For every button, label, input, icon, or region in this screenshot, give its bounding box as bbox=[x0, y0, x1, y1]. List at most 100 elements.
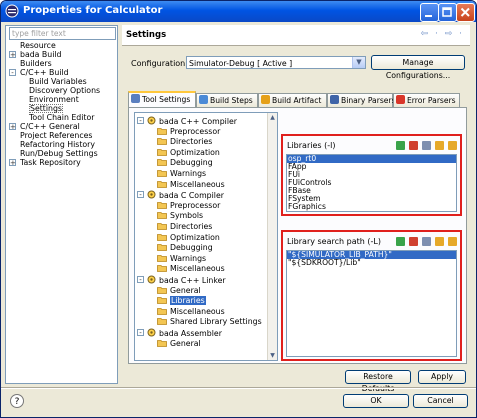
delete-icon[interactable] bbox=[409, 237, 418, 246]
tab-binary-parsers[interactable]: Binary Parsers bbox=[327, 93, 396, 107]
collapse-icon[interactable]: - bbox=[137, 191, 144, 199]
minimize-icon bbox=[425, 15, 432, 17]
library-item[interactable]: FGraphics bbox=[287, 203, 456, 211]
gear-icon bbox=[147, 328, 156, 337]
nav-tree-label: Tool Chain Editor bbox=[29, 113, 95, 122]
tab-tool-settings[interactable]: Tool Settings bbox=[128, 91, 196, 107]
collapse-icon[interactable]: - bbox=[137, 117, 144, 125]
nav-tree-label: C/C++ Build bbox=[20, 68, 69, 77]
collapse-icon[interactable]: - bbox=[137, 329, 144, 337]
tab-icon bbox=[396, 95, 405, 104]
manage-configurations-button[interactable]: Manage Configurations... bbox=[371, 55, 465, 80]
tool-tree-label: Preprocessor bbox=[170, 126, 221, 136]
collapse-icon[interactable]: - bbox=[137, 276, 144, 284]
nav-tree-item[interactable]: Resource bbox=[6, 41, 117, 50]
filter-input[interactable]: type filter text bbox=[9, 27, 116, 40]
library-path-toolbar bbox=[392, 237, 457, 248]
maximize-icon bbox=[442, 7, 452, 17]
libraries-list[interactable]: osp_rt0 FApp FUi FUiControls FBase FSystem FGr… bbox=[286, 154, 457, 212]
tab-label: Tool Settings bbox=[142, 95, 191, 104]
delete-icon[interactable] bbox=[409, 141, 418, 150]
footer-separator bbox=[1, 387, 476, 389]
configuration-select[interactable]: Simulator-Debug [ Active ] ▼ bbox=[186, 56, 366, 69]
nav-tree-item[interactable]: Tool Chain Editor bbox=[6, 113, 117, 122]
tab-label: Build Artifact bbox=[272, 96, 322, 105]
apply-button[interactable]: Apply bbox=[418, 370, 466, 384]
folder-icon bbox=[157, 222, 167, 230]
folder-icon bbox=[157, 317, 167, 326]
collapse-icon[interactable]: - bbox=[9, 69, 16, 77]
folder-icon bbox=[157, 211, 167, 220]
nav-tree-label: Builders bbox=[20, 59, 52, 68]
nav-tree-label: Environment bbox=[29, 95, 79, 104]
library-item[interactable]: FUiControls bbox=[287, 179, 456, 187]
expand-icon[interactable]: + bbox=[9, 159, 16, 167]
tab-build-steps[interactable]: Build Steps bbox=[196, 93, 258, 107]
maximize-button[interactable] bbox=[438, 3, 457, 22]
tool-tree-label: Miscellaneous bbox=[170, 264, 225, 274]
help-icon[interactable]: ? bbox=[10, 394, 24, 408]
nav-tree-item[interactable]: + bada Build bbox=[6, 50, 117, 59]
nav-tree-item[interactable]: Project References bbox=[6, 131, 117, 140]
history-nav-arrows-icon[interactable]: ⇦ · ⇨ · bbox=[421, 29, 464, 39]
nav-tree-item[interactable]: + C/C++ General bbox=[6, 122, 117, 131]
library-item[interactable]: FApp bbox=[287, 163, 456, 171]
ok-button[interactable]: OK bbox=[343, 394, 409, 408]
libraries-label: Libraries (-l) bbox=[287, 141, 336, 150]
title-bar[interactable]: Properties for Calculator bbox=[1, 1, 476, 22]
library-search-path-group: Library search path (-L) "${SIMULATOR_LI… bbox=[281, 230, 462, 361]
nav-tree-item[interactable]: Discovery Options bbox=[6, 86, 117, 95]
nav-tree-item[interactable]: + Task Repository bbox=[6, 158, 117, 167]
nav-tree-item[interactable]: Build Variables bbox=[6, 77, 117, 86]
minimize-button[interactable] bbox=[420, 3, 439, 22]
nav-tree-label: Build Variables bbox=[29, 77, 87, 86]
edit-icon[interactable] bbox=[422, 237, 431, 246]
gear-icon bbox=[147, 275, 156, 284]
tool-tree-label: Libraries bbox=[170, 296, 206, 306]
nav-tree-label: Settings bbox=[29, 104, 63, 113]
restore-defaults-button[interactable]: Restore Defaults bbox=[345, 370, 411, 393]
tool-tree-label: Preprocessor bbox=[170, 200, 221, 210]
folder-icon bbox=[157, 339, 167, 347]
cancel-button[interactable]: Cancel bbox=[413, 394, 468, 408]
folder-icon bbox=[157, 254, 167, 262]
eclipse-app-icon bbox=[5, 4, 19, 18]
library-path-item[interactable]: "${SDKROOT}/Lib" bbox=[287, 259, 456, 267]
nav-tree-item[interactable]: Settings bbox=[6, 104, 117, 113]
nav-tree-item[interactable]: Run/Debug Settings bbox=[6, 149, 117, 158]
edit-icon[interactable] bbox=[422, 141, 431, 150]
move-down-icon[interactable] bbox=[448, 237, 457, 246]
expand-icon[interactable]: + bbox=[9, 123, 16, 131]
nav-tree-item[interactable]: Builders bbox=[6, 59, 117, 68]
library-search-path-list[interactable]: "${SIMULATOR_LIB_PATH}" "${SDKROOT}/Lib" bbox=[286, 250, 457, 357]
tool-tree-label: Optimization bbox=[170, 232, 220, 242]
tool-tree-label: Symbols bbox=[170, 211, 204, 221]
tool-tree-label: bada C++ Compiler bbox=[159, 117, 238, 126]
libraries-toolbar bbox=[392, 141, 457, 152]
gear-icon bbox=[147, 190, 156, 199]
nav-tree-item[interactable]: - C/C++ Build bbox=[6, 68, 117, 77]
add-icon[interactable] bbox=[396, 141, 405, 150]
expand-icon[interactable]: + bbox=[9, 51, 16, 59]
tab-error-parsers[interactable]: Error Parsers bbox=[393, 93, 460, 107]
tool-tree-label: Miscellaneous bbox=[170, 179, 225, 189]
move-up-icon[interactable] bbox=[435, 141, 444, 150]
scroll-down-icon[interactable]: ▼ bbox=[268, 351, 277, 360]
nav-tree-item[interactable]: Environment bbox=[6, 95, 117, 104]
property-page-nav: type filter text Resource + bada Build Buil… bbox=[5, 25, 118, 384]
scroll-up-icon[interactable]: ▲ bbox=[268, 113, 277, 122]
add-icon[interactable] bbox=[396, 237, 405, 246]
library-item[interactable]: osp_rt0 bbox=[287, 155, 456, 163]
tool-tree-label: bada Assembler bbox=[159, 329, 222, 338]
tab-label: Binary Parsers bbox=[341, 96, 396, 105]
folder-icon bbox=[157, 233, 167, 241]
close-button[interactable] bbox=[456, 3, 475, 22]
nav-tree-item[interactable]: Refactoring History bbox=[6, 140, 117, 149]
chevron-down-icon[interactable]: ▼ bbox=[352, 57, 365, 68]
tab-icon bbox=[199, 95, 208, 104]
tab-build-artifact[interactable]: Build Artifact bbox=[258, 93, 327, 107]
move-down-icon[interactable] bbox=[448, 141, 457, 150]
move-up-icon[interactable] bbox=[435, 237, 444, 246]
gear-icon bbox=[147, 116, 156, 125]
tool-tree-scrollbar[interactable]: ▲ ▼ bbox=[267, 113, 277, 360]
